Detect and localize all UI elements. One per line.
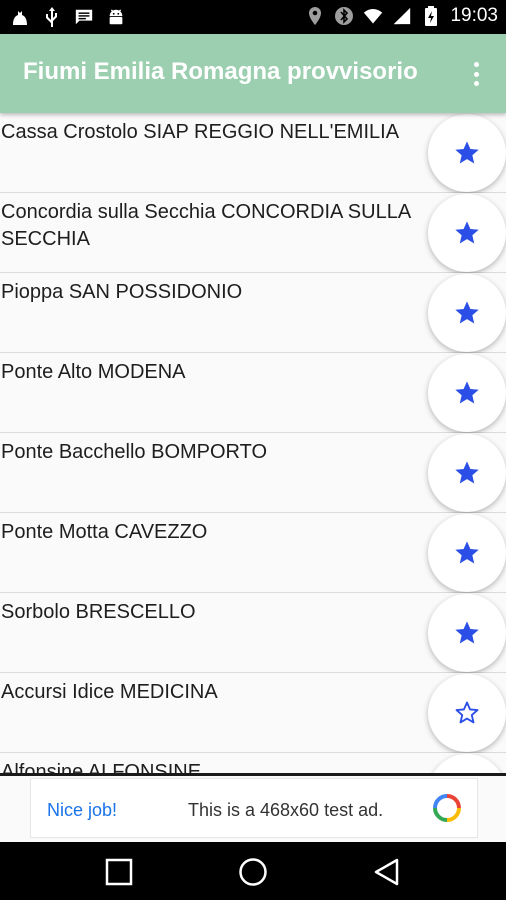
star-filled-icon: [455, 381, 479, 404]
circle-icon: [239, 858, 267, 886]
list-item[interactable]: Pioppa SAN POSSIDONIO: [0, 273, 506, 353]
star-filled-icon: [455, 541, 479, 564]
list-item[interactable]: Ponte Bacchello BOMPORTO: [0, 433, 506, 513]
location-icon: [305, 5, 325, 27]
star-filled-icon: [455, 301, 479, 324]
station-name: Concordia sulla Secchia CONCORDIA SULLA …: [1, 201, 411, 250]
status-time: 19:03: [450, 5, 498, 26]
ad-container: Nice job! This is a 468x60 test ad.: [0, 773, 506, 842]
favorite-button[interactable]: [428, 594, 506, 672]
list-item[interactable]: Ponte Motta CAVEZZO: [0, 513, 506, 593]
list-item[interactable]: Alfonsine ALFONSINE: [0, 753, 506, 773]
usb-icon: [42, 6, 62, 28]
navigation-bar: [0, 842, 506, 900]
more-vert-icon[interactable]: [464, 58, 488, 90]
station-name: Ponte Motta CAVEZZO: [1, 521, 208, 543]
favorite-button[interactable]: [428, 114, 506, 192]
test-ad-banner[interactable]: Nice job! This is a 468x60 test ad.: [30, 778, 478, 838]
list-item[interactable]: Concordia sulla Secchia CONCORDIA SULLA …: [0, 193, 506, 273]
star-filled-icon: [455, 141, 479, 164]
list-item[interactable]: Sorbolo BRESCELLO: [0, 593, 506, 673]
ad-text: This is a 468x60 test ad.: [188, 800, 384, 820]
favorite-button[interactable]: [428, 674, 506, 752]
favorite-button[interactable]: [428, 194, 506, 272]
app-title: Fiumi Emilia Romagna provvisorio: [23, 58, 418, 85]
wifi-icon: [363, 5, 383, 27]
favorite-button[interactable]: [428, 754, 506, 773]
list-item[interactable]: Cassa Crostolo SIAP REGGIO NELL'EMILIA: [0, 113, 506, 193]
app-bar: Fiumi Emilia Romagna provvisorio: [0, 34, 506, 113]
star-filled-icon: [455, 461, 479, 484]
message-icon: [74, 6, 94, 28]
ad-nice-job: Nice job!: [47, 800, 118, 820]
favorite-button[interactable]: [428, 274, 506, 352]
status-bar: 19:03: [0, 0, 506, 34]
bluetooth-icon: [334, 5, 354, 27]
star-outline-icon: [455, 701, 479, 724]
home-button[interactable]: [236, 855, 270, 889]
list-item[interactable]: Accursi Idice MEDICINA: [0, 673, 506, 753]
recents-button[interactable]: [102, 855, 136, 889]
android-icon: [106, 6, 126, 28]
list-item[interactable]: Ponte Alto MODENA: [0, 353, 506, 433]
back-button[interactable]: [370, 855, 404, 889]
station-name: Alfonsine ALFONSINE: [1, 761, 202, 773]
star-filled-icon: [455, 221, 479, 244]
battery-icon: [421, 5, 441, 27]
ad-logo-icon: [433, 794, 461, 822]
square-icon: [105, 858, 133, 886]
station-name: Ponte Bacchello BOMPORTO: [1, 441, 268, 463]
star-filled-icon: [455, 621, 479, 644]
signal-icon: [392, 5, 412, 27]
favorite-button[interactable]: [428, 434, 506, 512]
station-name: Cassa Crostolo SIAP REGGIO NELL'EMILIA: [1, 121, 400, 143]
station-name: Accursi Idice MEDICINA: [1, 681, 218, 703]
station-name: Sorbolo BRESCELLO: [1, 601, 196, 623]
station-list[interactable]: Cassa Crostolo SIAP REGGIO NELL'EMILIA C…: [0, 113, 506, 773]
station-name: Ponte Alto MODENA: [1, 361, 186, 383]
triangle-back-icon: [374, 858, 399, 886]
station-name: Pioppa SAN POSSIDONIO: [1, 281, 243, 303]
favorite-button[interactable]: [428, 514, 506, 592]
screen: 19:03 Fiumi Emilia Romagna provvisorio C…: [0, 0, 506, 900]
favorite-button[interactable]: [428, 354, 506, 432]
cat-notification-icon: [10, 6, 30, 28]
